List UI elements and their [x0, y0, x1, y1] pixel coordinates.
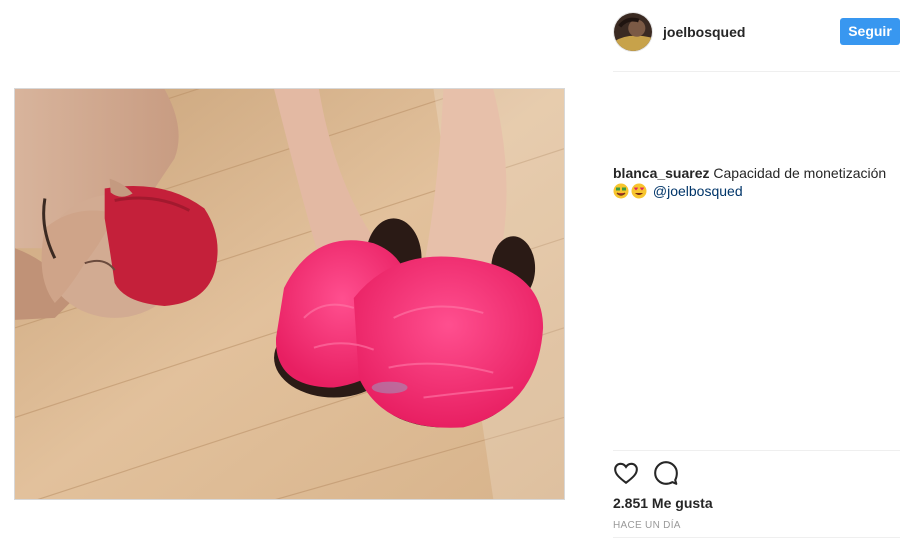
avatar[interactable] [613, 12, 653, 52]
author-username[interactable]: joelbosqued [663, 24, 745, 40]
post-header: joelbosqued Seguir [613, 12, 900, 56]
post-timestamp: HACE UN DÍA [613, 520, 681, 531]
divider [613, 71, 900, 72]
divider [613, 450, 900, 451]
money-face-emoji [613, 183, 629, 199]
heart-outline-icon[interactable] [613, 460, 639, 486]
post-actions [613, 460, 900, 488]
comment-text: Capacidad de monetización [713, 165, 887, 181]
post-media-area [0, 0, 590, 539]
divider [613, 537, 900, 538]
likes-count[interactable]: 2.851 Me gusta [613, 495, 713, 511]
caption-comment: blanca_suarez Capacidad de monetización … [613, 164, 900, 200]
avatar-image [614, 13, 652, 51]
photo-illustration [15, 89, 564, 499]
post-photo[interactable] [14, 88, 565, 500]
follow-button[interactable]: Seguir [840, 18, 900, 45]
post-sidebar: joelbosqued Seguir blanca_suarez Capacid… [613, 0, 900, 539]
speech-bubble-icon[interactable] [653, 460, 679, 486]
heart-eyes-emoji [631, 183, 647, 199]
comment-author[interactable]: blanca_suarez [613, 165, 710, 181]
comment-mention[interactable]: @joelbosqued [653, 183, 743, 199]
